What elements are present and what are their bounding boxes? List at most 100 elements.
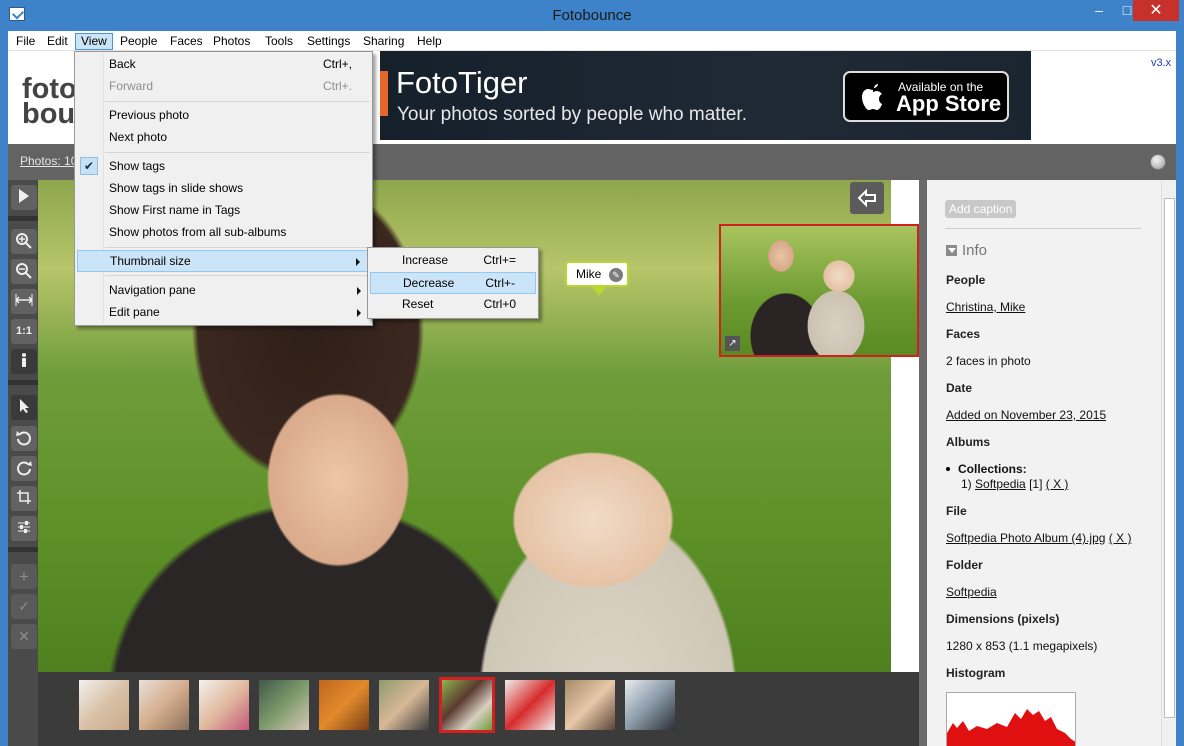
file-entry: Softpedia Photo Album (4).jpg ( X ) (946, 531, 1131, 545)
select-tool-button[interactable] (11, 395, 37, 420)
date-label: Date (946, 381, 973, 395)
collapse-icon[interactable] (946, 245, 957, 256)
play-slideshow-button[interactable] (11, 185, 37, 210)
filmstrip-thumb[interactable] (565, 680, 615, 730)
toolbar-separator (8, 380, 38, 385)
histogram-chart (946, 692, 1076, 746)
menu-item-show-sub-albums[interactable]: Show photos from all sub-albums (77, 222, 370, 244)
submenu-arrow-icon (356, 258, 360, 266)
window-frame-left (0, 31, 8, 746)
version-label[interactable]: v3.x (1151, 57, 1171, 69)
fit-icon (15, 294, 33, 306)
submenu-item-increase[interactable]: Increase Ctrl+= (370, 250, 536, 272)
panel-divider[interactable] (919, 180, 927, 746)
info-section-header[interactable]: Info (946, 242, 987, 259)
menu-item-previous-photo[interactable]: Previous photo (77, 105, 370, 127)
menu-bar: File Edit View People Faces Photos Tools… (8, 31, 1176, 51)
rotate-right-button[interactable] (11, 456, 37, 481)
menu-photos[interactable]: Photos (207, 33, 256, 50)
filmstrip-thumb[interactable] (139, 680, 189, 730)
menu-item-thumbnail-size[interactable]: Thumbnail size (77, 250, 370, 272)
back-to-grid-button[interactable] (850, 182, 884, 214)
filmstrip-thumb[interactable] (199, 680, 249, 730)
menu-separator (105, 247, 370, 248)
filmstrip-thumb[interactable] (79, 680, 129, 730)
filmstrip-thumb[interactable] (379, 680, 429, 730)
remove-file-link[interactable]: ( X ) (1109, 531, 1132, 545)
fototiger-ad[interactable]: FotoTiger Your photos sorted by people w… (380, 51, 1031, 140)
face-tag-label: Mike (576, 267, 602, 281)
collection-index: 1) (961, 477, 972, 491)
menu-item-show-first-name[interactable]: Show First name in Tags (77, 200, 370, 222)
zoom-out-icon (16, 263, 32, 279)
edit-pencil-icon[interactable]: ✎ (609, 268, 623, 282)
zoom-out-button[interactable] (11, 259, 37, 284)
adjust-button[interactable] (11, 516, 37, 541)
navigation-preview[interactable]: ↗ (719, 224, 919, 357)
menu-settings[interactable]: Settings (301, 33, 356, 50)
zoom-in-icon (16, 233, 32, 249)
actual-size-button[interactable]: 1:1 (11, 319, 37, 344)
apple-icon (862, 84, 882, 110)
menu-edit[interactable]: Edit (41, 33, 74, 50)
reject-button[interactable]: ✕ (11, 624, 37, 649)
status-indicator-icon[interactable] (1150, 154, 1166, 170)
filmstrip-thumb[interactable] (259, 680, 309, 730)
app-store-badge[interactable]: Available on the App Store (843, 71, 1009, 122)
people-value[interactable]: Christina, Mike (946, 300, 1025, 314)
expand-icon[interactable]: ↗ (725, 336, 740, 351)
menu-people[interactable]: People (114, 33, 163, 50)
info-divider (945, 228, 1141, 229)
date-value[interactable]: Added on November 23, 2015 (946, 408, 1106, 422)
filmstrip-thumb[interactable] (319, 680, 369, 730)
histogram-graph (947, 709, 1075, 746)
play-icon (19, 189, 29, 203)
rotate-left-button[interactable] (11, 426, 37, 451)
menu-item-back[interactable]: Back Ctrl+, (77, 54, 370, 76)
info-scrollbar[interactable] (1161, 180, 1176, 746)
scrollbar-thumb[interactable] (1164, 198, 1175, 718)
filmstrip-thumb-selected[interactable] (439, 677, 495, 733)
minimize-button[interactable]: – (1085, 0, 1113, 21)
menu-item-show-tags-slideshows[interactable]: Show tags in slide shows (77, 178, 370, 200)
remove-from-album-link[interactable]: ( X ) (1046, 477, 1069, 491)
crop-icon (17, 490, 31, 504)
faces-value: 2 faces in photo (946, 354, 1031, 368)
menu-tools[interactable]: Tools (259, 33, 299, 50)
submenu-item-decrease[interactable]: Decrease Ctrl+- (370, 272, 536, 294)
collection-link[interactable]: Softpedia (975, 477, 1026, 491)
histogram-label: Histogram (946, 666, 1006, 680)
menu-item-edit-pane[interactable]: Edit pane (77, 302, 370, 324)
info-panel: Add caption Info People Christina, Mike … (927, 180, 1161, 746)
menu-help[interactable]: Help (411, 33, 448, 50)
face-tag-mike[interactable]: Mike ✎ (565, 261, 629, 296)
accept-button[interactable]: ✓ (11, 594, 37, 619)
fit-to-window-button[interactable] (11, 289, 37, 314)
faces-label: Faces (946, 327, 981, 341)
photos-count-link[interactable]: Photos: 10 (20, 154, 77, 168)
ad-title: FotoTiger (396, 65, 528, 100)
menu-item-forward[interactable]: Forward Ctrl+. (77, 76, 370, 98)
filmstrip (38, 672, 919, 746)
view-menu: Back Ctrl+, Forward Ctrl+. Previous photo … (74, 51, 373, 326)
menu-item-show-tags[interactable]: ✔ Show tags (77, 156, 370, 178)
menu-view[interactable]: View (75, 33, 113, 50)
info-button[interactable] (11, 349, 37, 374)
filmstrip-thumb[interactable] (505, 680, 555, 730)
menu-file[interactable]: File (10, 33, 41, 50)
menu-sharing[interactable]: Sharing (357, 33, 410, 50)
close-button[interactable]: ✕ (1133, 0, 1179, 21)
menu-item-navigation-pane[interactable]: Navigation pane (77, 280, 370, 302)
crop-button[interactable] (11, 486, 37, 511)
filmstrip-thumb[interactable] (625, 680, 675, 730)
menu-faces[interactable]: Faces (164, 33, 209, 50)
add-button[interactable]: + (11, 564, 37, 589)
add-caption-button[interactable]: Add caption (945, 200, 1017, 218)
menu-item-next-photo[interactable]: Next photo (77, 127, 370, 149)
zoom-in-button[interactable] (11, 229, 37, 254)
folder-link[interactable]: Softpedia (946, 585, 997, 599)
file-link[interactable]: Softpedia Photo Album (4).jpg (946, 531, 1105, 545)
submenu-arrow-icon (357, 309, 361, 317)
submenu-item-reset[interactable]: Reset Ctrl+0 (370, 294, 536, 316)
file-label: File (946, 504, 967, 518)
